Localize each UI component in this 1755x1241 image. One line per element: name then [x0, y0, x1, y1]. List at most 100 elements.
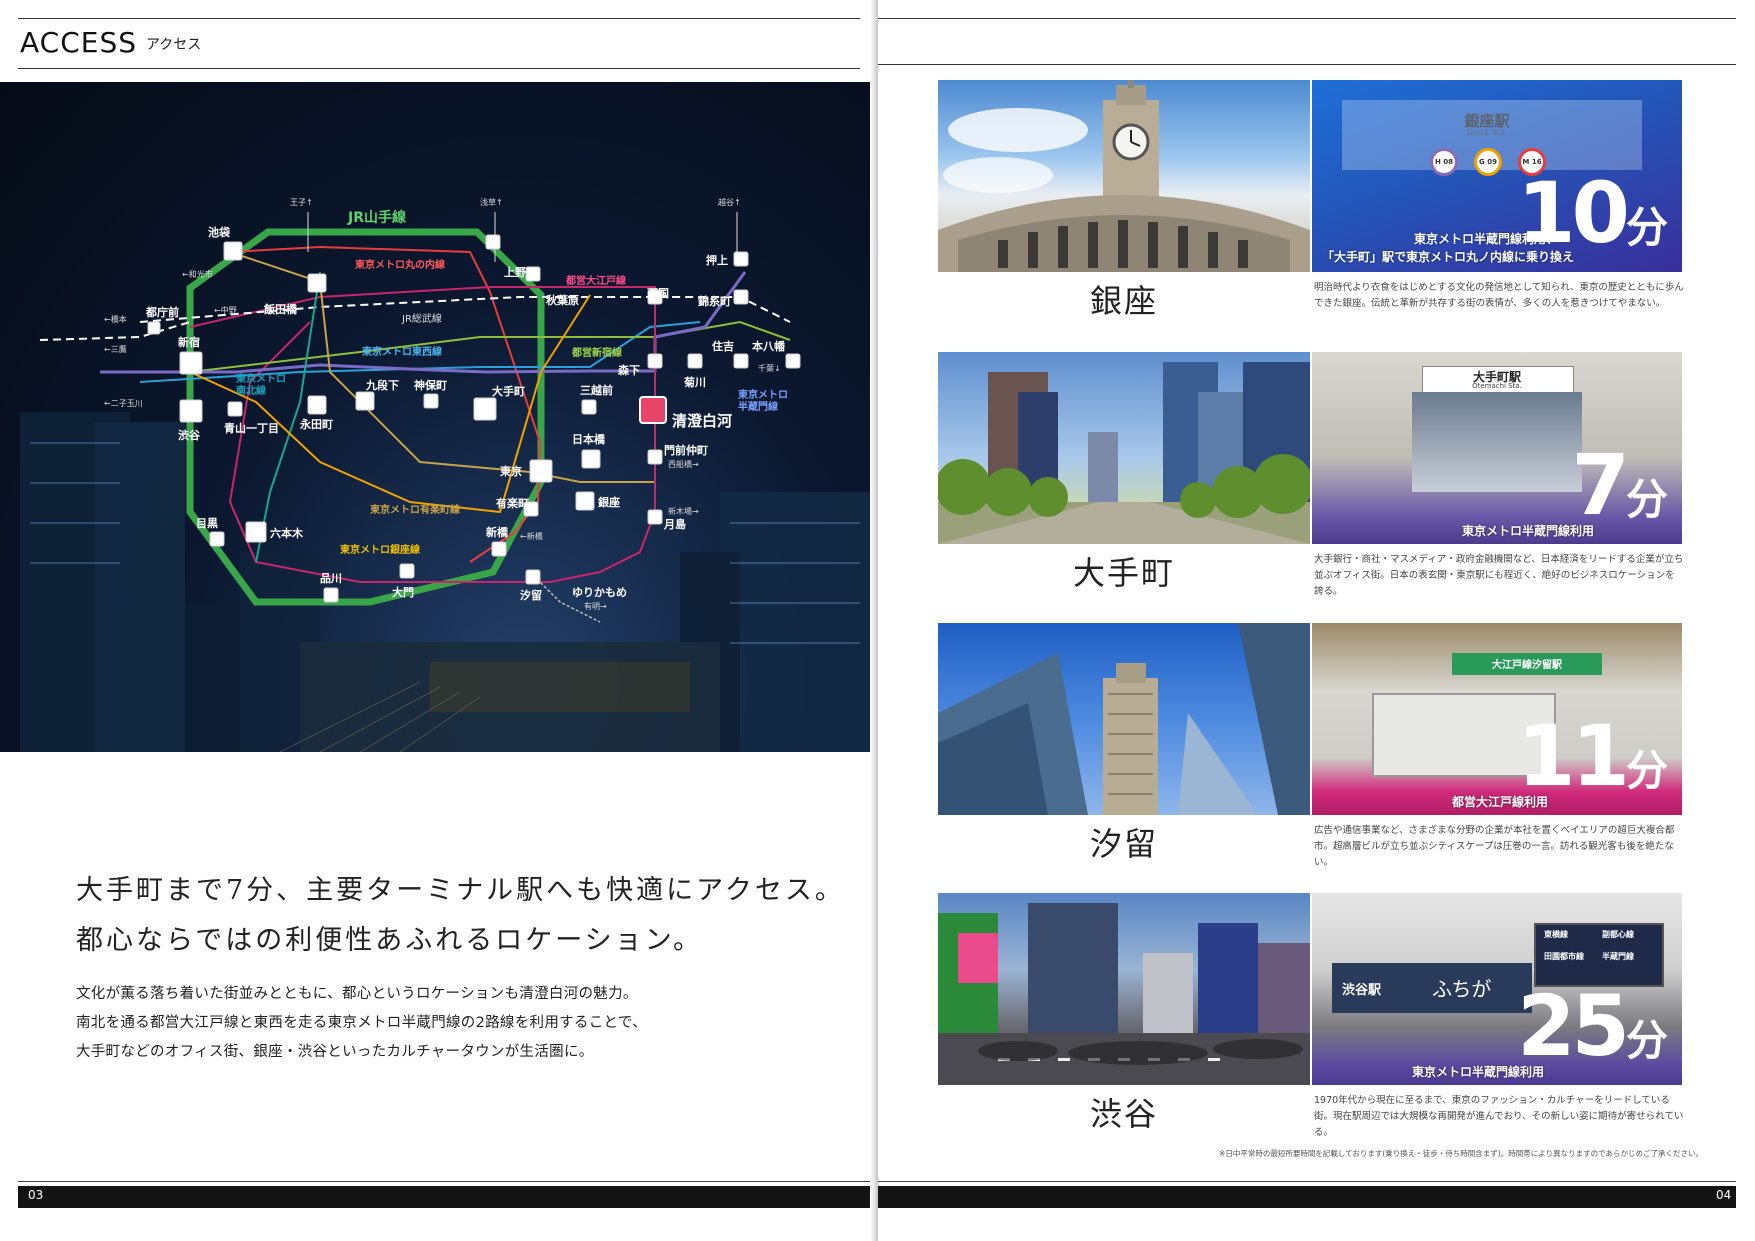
station-marker-morishita [647, 353, 663, 369]
station-marker-ginza [575, 491, 595, 511]
label-sobu: JR総武線 [401, 312, 442, 325]
footer-bar-left [18, 1186, 876, 1208]
label-motoyawata: 本八幡 [752, 339, 786, 353]
dir-chiba: 千葉↓ [758, 363, 781, 373]
ginza-line-badge: G 09 [1474, 148, 1502, 176]
shiodome-sign-name: 大江戸線汐留駅 [1492, 660, 1562, 671]
label-shinjuku: 新宿 [178, 335, 200, 349]
shibuya-scene-photo [938, 893, 1310, 1085]
dir-shinkiba: 新木場→ [668, 506, 699, 516]
ginza-scene-photo [938, 80, 1310, 272]
label-kikukawa: 菊川 [684, 375, 706, 389]
headline-line-2: 都心ならではの利便性あふれるロケーション。 [76, 925, 704, 956]
destination-shiodome: 大江戸線汐留駅 都営大江戸線利用 11分 汐留 広告や通信事業など、さまざまな分… [938, 623, 1682, 868]
page-number-right: 04 [1716, 1188, 1732, 1202]
label-tozai: 東京メトロ東西線 [362, 345, 442, 358]
destination-shibuya: 渋谷駅 ふちが 東横線 田園都市線 副都心線 半蔵門線 東京メトロ半蔵門線利用 … [938, 893, 1683, 1138]
header-top-rule [18, 18, 860, 19]
sobu-line [139, 296, 791, 323]
otemachi-station-sign-photo: 大手町駅 Otemachi Sta. 東京メトロ半蔵門線利用 7分 [1312, 352, 1682, 544]
label-nihonbashi: 日本橋 [572, 432, 606, 446]
ginza-name: 銀座 [1089, 282, 1158, 320]
station-marker-shinagawa [323, 587, 339, 603]
otemachi-minutes: 7 [1571, 436, 1630, 534]
label-yurakucho-line: 東京メトロ有楽町線 [370, 503, 460, 516]
label-aoyama: 青山一丁目 [224, 421, 279, 435]
shibuya-minutes-unit: 分 [1625, 1016, 1668, 1065]
station-marker-jimbocho [423, 393, 439, 409]
station-marker-daimon [399, 563, 415, 579]
station-marker-iidabashi [307, 273, 327, 293]
shiodome-minutes: 11 [1517, 707, 1630, 805]
station-marker-oshiage [733, 251, 749, 267]
shiodome-name: 汐留 [1089, 825, 1158, 863]
ginza-clocktower-illustration [938, 80, 1310, 272]
station-marker-shinjuku [179, 351, 203, 375]
otemachi-description: 大手銀行・商社・マスメディア・政府金融機関など、日本経済をリードする企業が立ち並… [1314, 554, 1684, 597]
label-shinagawa: 品川 [320, 572, 342, 585]
station-marker-akihabara [525, 266, 541, 282]
label-ginza: 銀座 [598, 495, 620, 509]
dir-oji: 王子↑ [290, 198, 313, 207]
right-header-bottom-rule [878, 64, 1736, 65]
footer-rule-left [18, 1181, 876, 1182]
label-hanzomon: 東京メトロ半蔵門線 [738, 388, 788, 413]
label-tochomae: 都庁前 [145, 305, 179, 319]
page-title: ACCESS [20, 26, 138, 59]
station-marker-kinshicho [733, 289, 749, 305]
footnote: ※日中平常時の最短所要時間を記載しております(乗り換え・徒歩・待ち時間含まず)。… [1219, 1149, 1703, 1158]
station-marker-sumiyoshi [733, 353, 749, 369]
station-marker-otemachi [473, 397, 497, 421]
station-marker-tokyo [529, 459, 553, 483]
ginza-time: 10分 [1517, 171, 1668, 270]
dir-shinbashi: ←新橋 [520, 531, 543, 541]
dir-nishifunabashi: 西船橋→ [668, 459, 699, 469]
destination-ginza: 銀座駅 Ginza Sta. H 08 G 09 M 16 東京メトロ半蔵門線利… [938, 80, 1684, 320]
label-ginza-line: 東京メトロ銀座線 [340, 543, 420, 556]
station-marker-shimbashi [491, 541, 507, 557]
station-marker-ikebukuro [223, 241, 243, 261]
footer-rule-right [878, 1181, 1736, 1182]
station-marker-meguro [209, 531, 225, 547]
label-ueno: 上野 [504, 265, 526, 279]
otemachi-time: 7分 [1572, 443, 1668, 542]
ginza-description: 明治時代より衣食をはじめとする文化の発信地として知られ、東京の歴史とともに歩んで… [1314, 282, 1684, 309]
label-marunouchi: 東京メトロ丸の内線 [355, 258, 445, 271]
label-oedo: 都営大江戸線 [565, 274, 626, 287]
label-tsukishima: 月島 [663, 517, 686, 531]
dir-koshigaya: 越谷↑ [718, 197, 741, 207]
page-subtitle: アクセス [146, 37, 202, 53]
label-shibuya: 渋谷 [178, 428, 201, 442]
label-meguro: 目黒 [196, 517, 218, 530]
otemachi-scene-photo [938, 352, 1310, 544]
station-marker-shiodome [525, 569, 541, 585]
station-marker-ueno [485, 234, 501, 250]
station-marker-aoyama [227, 401, 243, 417]
destination-otemachi: 大手町駅 Otemachi Sta. 東京メトロ半蔵門線利用 7分 大手町 大手… [938, 352, 1683, 597]
shiodome-minutes-unit: 分 [1625, 746, 1668, 795]
shibuya-crossing-illustration [938, 903, 1310, 1085]
shibuya-name: 渋谷 [1089, 1095, 1158, 1133]
label-ikebukuro: 池袋 [208, 225, 231, 239]
otemachi-buildings-illustration [938, 362, 1310, 544]
shibuya-line-hanzomon: 半蔵門線 [1602, 952, 1634, 961]
label-shinjuku-line: 都営新宿線 [571, 346, 622, 359]
station-marker-roppongi [245, 521, 267, 543]
label-namboku: 東京メトロ南北線 [236, 372, 286, 397]
label-yamanote: JR山手線 [347, 209, 406, 226]
label-morishita: 森下 [618, 363, 640, 377]
label-otemachi: 大手町 [492, 384, 525, 398]
headline-line-1: 大手町まで7分、主要ターミナル駅へも快適にアクセス。 [76, 875, 845, 906]
body-line-1: 文化が薫る落ち着いた街並みとともに、都心というロケーションも清澄白河の魅力。 [76, 986, 638, 1002]
dir-ariake: 有明→ [584, 601, 607, 611]
label-mitsukoshimae: 三越前 [580, 383, 613, 397]
sobu-line-west [39, 321, 191, 341]
label-iidabashi: 飯田橋 [263, 302, 298, 316]
hanzomon-badge: H 08 [1430, 148, 1458, 176]
label-kudanshita: 九段下 [365, 378, 399, 392]
brochure-spread: ACCESS アクセス JR山手線 東京メトロ丸の内線 都営大江戸線 JR総武線… [0, 0, 1755, 1241]
ginza-station-sign-photo: 銀座駅 Ginza Sta. H 08 G 09 M 16 東京メトロ半蔵門線利… [1312, 80, 1682, 272]
shibuya-sign-sub: ふちが [1432, 977, 1492, 1001]
shibuya-minutes: 25 [1517, 977, 1630, 1075]
route-map-svg: JR山手線 東京メトロ丸の内線 都営大江戸線 JR総武線 東京メトロ東西線 都営… [20, 197, 870, 752]
